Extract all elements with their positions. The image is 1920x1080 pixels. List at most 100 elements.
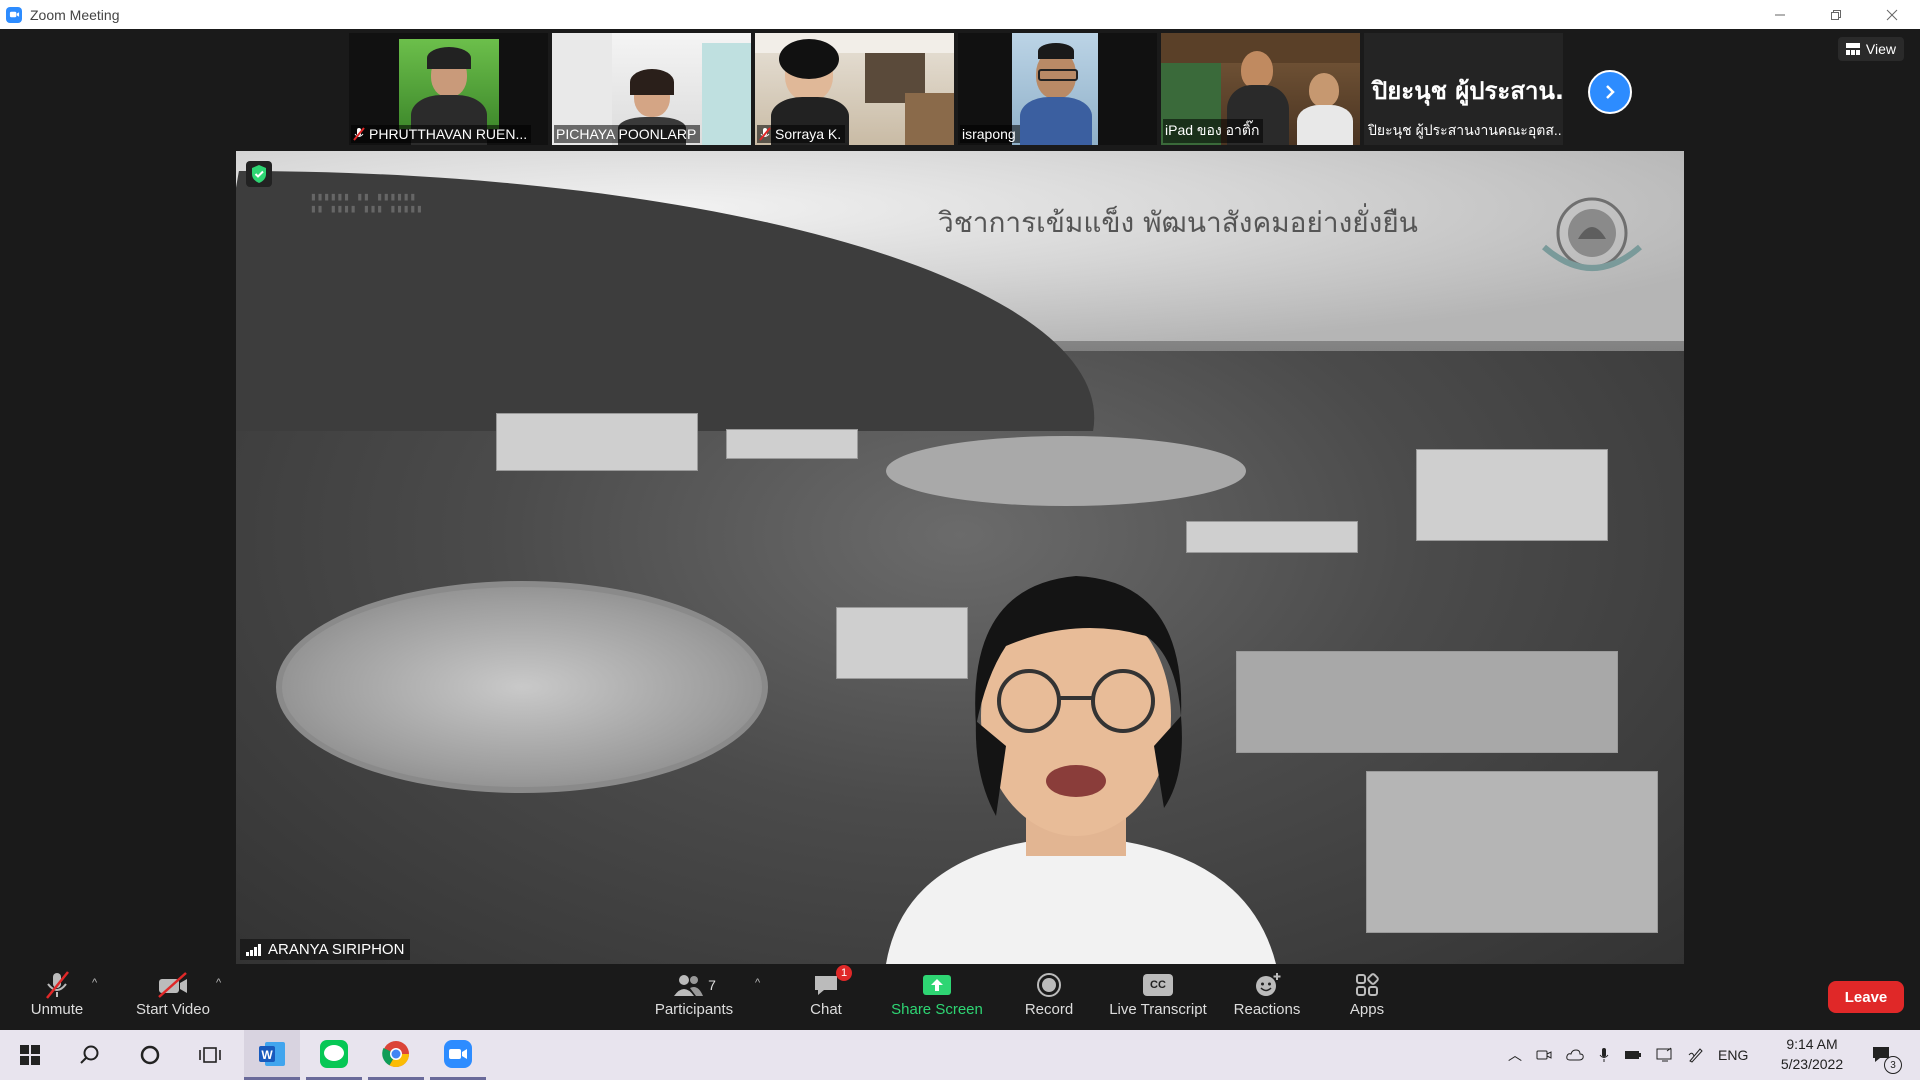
- university-seal-icon: [1542, 197, 1642, 271]
- close-icon: [1886, 9, 1898, 20]
- closed-caption-icon: CC: [1143, 974, 1173, 996]
- line-app-icon: [320, 1039, 348, 1068]
- live-transcript-button[interactable]: CC Live Transcript: [1108, 969, 1208, 1018]
- next-page-button[interactable]: [1588, 70, 1632, 114]
- signal-strength-icon: [246, 943, 261, 956]
- battery-icon[interactable]: [1624, 1048, 1642, 1062]
- participant-tile[interactable]: ปิยะนุช ผู้ประสาน... ปิยะนุช ผู้ประสานงา…: [1364, 33, 1563, 145]
- participants-button[interactable]: 7 Participants: [652, 969, 736, 1018]
- taskbar-word[interactable]: W: [244, 1030, 300, 1080]
- meeting-toolbar: Unmute ^ Start Video ^ 7 Participants ^: [0, 965, 1920, 1030]
- chat-label: Chat: [810, 1001, 842, 1018]
- record-label: Record: [1024, 1001, 1074, 1018]
- leave-button[interactable]: Leave: [1828, 981, 1904, 1013]
- participant-tile[interactable]: iPad ของ อาติ๊ก: [1161, 33, 1360, 145]
- video-off-icon: [158, 972, 187, 998]
- mic-muted-icon: [759, 127, 771, 141]
- notification-count: 3: [1884, 1056, 1902, 1074]
- taskbar-chrome[interactable]: [368, 1030, 424, 1080]
- grid-view-icon: [1845, 43, 1860, 55]
- search-button[interactable]: [70, 1030, 110, 1080]
- microphone-tray-icon[interactable]: [1598, 1047, 1610, 1063]
- chrome-icon: [382, 1040, 410, 1067]
- encryption-shield-icon[interactable]: [246, 161, 272, 187]
- clock-date: 5/23/2022: [1780, 1056, 1844, 1072]
- taskbar-line[interactable]: [306, 1030, 362, 1080]
- speaker-figure: [886, 576, 1276, 964]
- record-icon: [1037, 973, 1061, 997]
- apps-button[interactable]: Apps: [1348, 969, 1386, 1018]
- participants-label: Participants: [654, 1001, 734, 1018]
- chevron-right-icon: [1606, 85, 1615, 99]
- participant-name: PICHAYA POONLARP: [556, 126, 697, 142]
- window-title: Zoom Meeting: [30, 6, 120, 23]
- participant-tile[interactable]: israpong: [958, 33, 1157, 145]
- participant-tile[interactable]: PICHAYA POONLARP: [552, 33, 751, 145]
- participant-display-name: ปิยะนุช ผู้ประสาน...: [1372, 77, 1563, 105]
- system-clock[interactable]: 9:14 AM 5/23/2022: [1770, 1034, 1854, 1074]
- minimize-button[interactable]: [1752, 0, 1808, 29]
- task-view-icon: [199, 1047, 221, 1063]
- zoom-icon: [444, 1039, 472, 1068]
- video-options-caret[interactable]: ^: [216, 977, 221, 989]
- show-hidden-icons-button[interactable]: ︿: [1508, 1045, 1522, 1065]
- participants-icon: [674, 975, 704, 996]
- cortana-button[interactable]: [130, 1030, 170, 1080]
- participants-count: 7: [708, 977, 716, 993]
- meet-now-icon[interactable]: [1536, 1047, 1552, 1063]
- participant-tile[interactable]: PHRUTTHAVAN RUEN...: [349, 33, 548, 145]
- word-icon: W: [259, 1041, 285, 1066]
- network-icon[interactable]: [1656, 1047, 1674, 1063]
- chat-button[interactable]: 1 Chat: [804, 965, 852, 1018]
- reactions-icon: [1256, 973, 1281, 996]
- start-video-label: Start Video: [136, 1001, 210, 1018]
- windows-logo-icon: [20, 1045, 40, 1065]
- onedrive-cloud-icon[interactable]: [1566, 1048, 1584, 1062]
- minimize-icon: [1775, 14, 1785, 15]
- chat-badge: 1: [836, 965, 852, 981]
- zoom-app-icon: [6, 6, 22, 23]
- view-label: View: [1865, 41, 1896, 57]
- taskbar-zoom[interactable]: [430, 1030, 486, 1080]
- reactions-label: Reactions: [1233, 1001, 1301, 1018]
- share-screen-button[interactable]: Share Screen: [890, 969, 984, 1018]
- apps-icon: [1356, 973, 1379, 996]
- windows-taskbar: W ︿ ENG 9:14 AM 5/23/2022 3: [0, 1030, 1920, 1080]
- participant-name: ปิยะนุช ผู้ประสานงานคณะอุตส...: [1368, 122, 1562, 138]
- language-indicator[interactable]: ENG: [1718, 1047, 1748, 1063]
- participants-options-caret[interactable]: ^: [755, 977, 760, 989]
- close-button[interactable]: [1864, 0, 1920, 29]
- participant-name: PHRUTTHAVAN RUEN...: [369, 126, 528, 142]
- share-screen-label: Share Screen: [891, 1001, 983, 1018]
- participant-name: israpong: [962, 126, 1016, 142]
- start-button[interactable]: [10, 1030, 50, 1080]
- participant-name: Sorraya K.: [775, 126, 842, 142]
- reactions-button[interactable]: Reactions: [1233, 969, 1301, 1018]
- main-speaker-video[interactable]: วิชาการเข้มแข็ง พัฒนาสังคมอย่างยั่งยืน ▮…: [236, 151, 1684, 964]
- apps-label: Apps: [1349, 1001, 1385, 1018]
- unmute-button[interactable]: Unmute: [24, 969, 90, 1018]
- meeting-area: PHRUTTHAVAN RUEN... PICHAYA POONLARP Sor…: [0, 29, 1920, 965]
- restore-button[interactable]: [1808, 0, 1864, 29]
- clock-time: 9:14 AM: [1786, 1036, 1838, 1052]
- title-bar: Zoom Meeting: [0, 0, 1920, 30]
- svg-text:W: W: [261, 1048, 273, 1062]
- restore-icon: [1831, 9, 1841, 20]
- participant-filmstrip: PHRUTTHAVAN RUEN... PICHAYA POONLARP Sor…: [349, 33, 1563, 149]
- background-slogan: วิชาการเข้มแข็ง พัฒนาสังคมอย่างยั่งยืน: [938, 206, 1418, 239]
- search-icon: [80, 1045, 99, 1064]
- unmute-label: Unmute: [30, 1001, 84, 1018]
- audio-options-caret[interactable]: ^: [92, 977, 97, 989]
- cortana-icon: [140, 1045, 160, 1065]
- speaker-name: ARANYA SIRIPHON: [268, 941, 405, 958]
- pen-workspace-icon[interactable]: [1688, 1047, 1704, 1063]
- task-view-button[interactable]: [190, 1030, 230, 1080]
- live-transcript-label: Live Transcript: [1109, 1001, 1207, 1018]
- participant-name: iPad ของ อาติ๊ก: [1165, 122, 1260, 138]
- view-button[interactable]: View: [1837, 37, 1904, 61]
- action-center-button[interactable]: 3: [1862, 1030, 1902, 1080]
- start-video-button[interactable]: Start Video: [128, 969, 218, 1018]
- mic-muted-icon: [46, 971, 69, 999]
- record-button[interactable]: Record: [1024, 969, 1074, 1018]
- participant-tile[interactable]: Sorraya K.: [755, 33, 954, 145]
